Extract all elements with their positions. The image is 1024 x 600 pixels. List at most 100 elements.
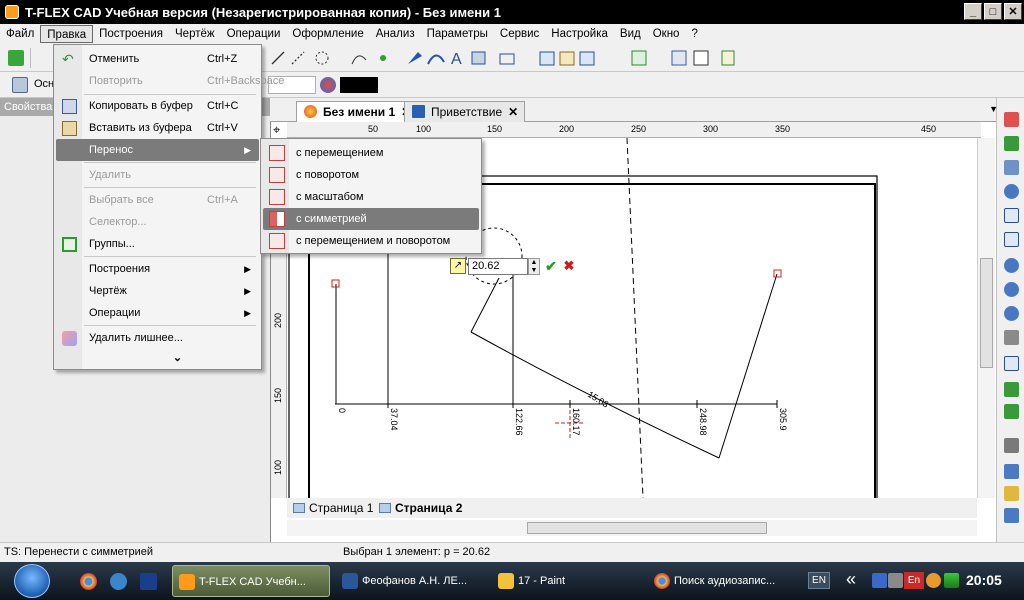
cancel-cross-icon[interactable]: ✖ bbox=[561, 258, 577, 274]
menu-drawing[interactable]: Чертёж bbox=[169, 25, 221, 43]
spin-buttons[interactable]: ▲ ▼ bbox=[528, 257, 540, 275]
quicklaunch-k-icon[interactable] bbox=[110, 573, 127, 590]
color-palette-icon[interactable] bbox=[320, 77, 336, 93]
dimension-tool-icon[interactable] bbox=[499, 53, 515, 65]
zoom-previous-icon[interactable] bbox=[1004, 282, 1019, 297]
zoom-next-icon[interactable] bbox=[1004, 306, 1019, 321]
confirm-checkmark-icon[interactable]: ✔ bbox=[543, 258, 559, 274]
layers-icon[interactable] bbox=[12, 77, 28, 93]
check-blue-icon[interactable] bbox=[1004, 404, 1019, 419]
construction-line[interactable] bbox=[626, 138, 644, 498]
clock[interactable]: 20:05 bbox=[966, 572, 1002, 588]
properties-icon[interactable] bbox=[1004, 438, 1019, 453]
menu-drawing-sub[interactable]: Чертёж ▶ bbox=[56, 280, 259, 302]
slanted-line[interactable] bbox=[718, 273, 778, 459]
menu-transfer-rotate[interactable]: с поворотом bbox=[263, 164, 479, 186]
wifi-tray-icon[interactable] bbox=[944, 573, 959, 588]
horizontal-scroll-thumb[interactable] bbox=[527, 522, 767, 534]
parameter-value-input[interactable] bbox=[468, 257, 528, 275]
document-tool-icon[interactable] bbox=[721, 50, 735, 66]
circle-tool-icon[interactable] bbox=[315, 51, 329, 65]
menu-select-all[interactable]: Выбрать все Ctrl+A bbox=[56, 189, 259, 211]
close-button[interactable]: ✕ bbox=[1004, 3, 1022, 20]
menu-formatting[interactable]: Оформление bbox=[286, 25, 369, 43]
snap-icon[interactable] bbox=[1004, 136, 1019, 151]
color-swatch[interactable] bbox=[340, 77, 378, 93]
view-tool-icon[interactable] bbox=[539, 51, 555, 66]
horizontal-scrollbar[interactable] bbox=[287, 520, 977, 536]
show-hidden-icons-chevron[interactable]: « bbox=[846, 569, 856, 590]
table-tool-icon[interactable] bbox=[579, 51, 595, 66]
menu-constructions-sub[interactable]: Построения ▶ bbox=[56, 258, 259, 280]
menu-operations-sub[interactable]: Операции ▶ bbox=[56, 302, 259, 324]
fragment-tool-icon[interactable] bbox=[559, 51, 575, 66]
maximize-button[interactable]: □ bbox=[984, 3, 1002, 20]
menu-settings[interactable]: Настройка bbox=[545, 25, 614, 43]
task-paint[interactable]: 17 - Paint bbox=[492, 565, 640, 597]
pages-icon[interactable] bbox=[1004, 356, 1019, 371]
menu-expand-icon[interactable]: ⌄ bbox=[56, 347, 259, 369]
update-tray-icon[interactable] bbox=[926, 573, 941, 588]
tab-document[interactable]: Без имени 1✕ bbox=[296, 101, 419, 122]
menu-view[interactable]: Вид bbox=[614, 25, 647, 43]
task-chrome[interactable]: Поиск аудиозапис... bbox=[648, 565, 798, 597]
menu-file[interactable]: Файл bbox=[0, 25, 40, 43]
arc-tool-icon[interactable] bbox=[351, 55, 367, 65]
slanted-line[interactable] bbox=[470, 277, 500, 333]
tab-welcome[interactable]: Приветствие ✕ bbox=[404, 101, 526, 122]
magnet-icon[interactable] bbox=[1004, 112, 1019, 127]
menu-selector[interactable]: Селектор... bbox=[56, 211, 259, 233]
menu-operations[interactable]: Операции bbox=[221, 25, 287, 43]
menu-groups[interactable]: Группы... bbox=[56, 233, 259, 255]
start-button[interactable] bbox=[14, 564, 50, 598]
menu-window[interactable]: Окно bbox=[647, 25, 686, 43]
language-indicator[interactable]: EN bbox=[808, 572, 830, 589]
group-tool-icon[interactable] bbox=[631, 50, 647, 66]
view-settings-icon[interactable] bbox=[1004, 508, 1019, 523]
menu-remove-extra[interactable]: Удалить лишнее... bbox=[56, 327, 259, 349]
chrome-icon[interactable] bbox=[80, 573, 97, 590]
menu-edit[interactable]: Правка bbox=[40, 25, 94, 43]
origin-crosshair-icon[interactable]: ⌖ bbox=[273, 123, 280, 137]
menu-transfer-move-rotate[interactable]: с перемещением и поворотом bbox=[263, 230, 479, 252]
menu-undo[interactable]: ↶ Отменить Ctrl+Z bbox=[56, 48, 259, 70]
zoom-fit-icon[interactable] bbox=[1004, 232, 1019, 247]
zoom-in-icon[interactable] bbox=[1004, 184, 1019, 199]
3d-box-icon[interactable] bbox=[1004, 486, 1019, 501]
text-tool-icon[interactable]: A bbox=[451, 51, 462, 68]
hatch-tool-icon[interactable] bbox=[471, 51, 486, 65]
construction-line-tool-icon[interactable] bbox=[291, 51, 305, 65]
zoom-window-icon[interactable] bbox=[1004, 208, 1019, 223]
tray-lang-badge[interactable]: En bbox=[904, 572, 924, 589]
menu-redo[interactable]: Повторить Ctrl+Backspace bbox=[56, 70, 284, 92]
keyboard-tray-icon[interactable] bbox=[888, 573, 903, 588]
confirm-tool-icon[interactable] bbox=[8, 50, 24, 66]
check-icon[interactable] bbox=[1004, 382, 1019, 397]
task-word[interactable]: Феофанов А.Н. ЛЕ... bbox=[336, 565, 492, 597]
menu-analysis[interactable]: Анализ bbox=[370, 25, 421, 43]
tab-page-2[interactable]: Страница 2 bbox=[377, 500, 468, 517]
menu-parameters[interactable]: Параметры bbox=[421, 25, 494, 43]
window-icon[interactable] bbox=[1004, 464, 1019, 479]
pan-icon[interactable] bbox=[1004, 330, 1019, 345]
menu-transfer[interactable]: Перенос ▶ bbox=[56, 139, 259, 161]
network-tray-icon[interactable] bbox=[872, 573, 887, 588]
quicklaunch-app-icon[interactable] bbox=[140, 573, 157, 590]
magnet-settings-icon[interactable] bbox=[1004, 160, 1019, 175]
tab-page-1[interactable]: Страница 1 bbox=[291, 500, 379, 517]
menu-paste[interactable]: Вставить из буфера Ctrl+V bbox=[56, 117, 259, 139]
menu-delete[interactable]: Удалить bbox=[56, 164, 259, 186]
menu-service[interactable]: Сервис bbox=[494, 25, 545, 43]
vertical-scrollbar[interactable] bbox=[977, 138, 995, 498]
menu-help[interactable]: ? bbox=[685, 25, 703, 43]
menu-transfer-scale[interactable]: с масштабом bbox=[263, 186, 479, 208]
graphic-line-tool-icon[interactable] bbox=[408, 52, 422, 64]
menu-copy[interactable]: Копировать в буфер Ctrl+C bbox=[56, 95, 259, 117]
menu-constructions[interactable]: Построения bbox=[93, 25, 169, 43]
minimize-button[interactable]: _ bbox=[964, 3, 982, 20]
menu-transfer-move[interactable]: с перемещением bbox=[263, 142, 479, 164]
line-tool-icon[interactable] bbox=[271, 51, 285, 65]
calculator-tool-icon[interactable] bbox=[693, 50, 709, 66]
node-tool-icon[interactable] bbox=[380, 55, 386, 61]
edit-tool-icon[interactable] bbox=[427, 54, 445, 65]
